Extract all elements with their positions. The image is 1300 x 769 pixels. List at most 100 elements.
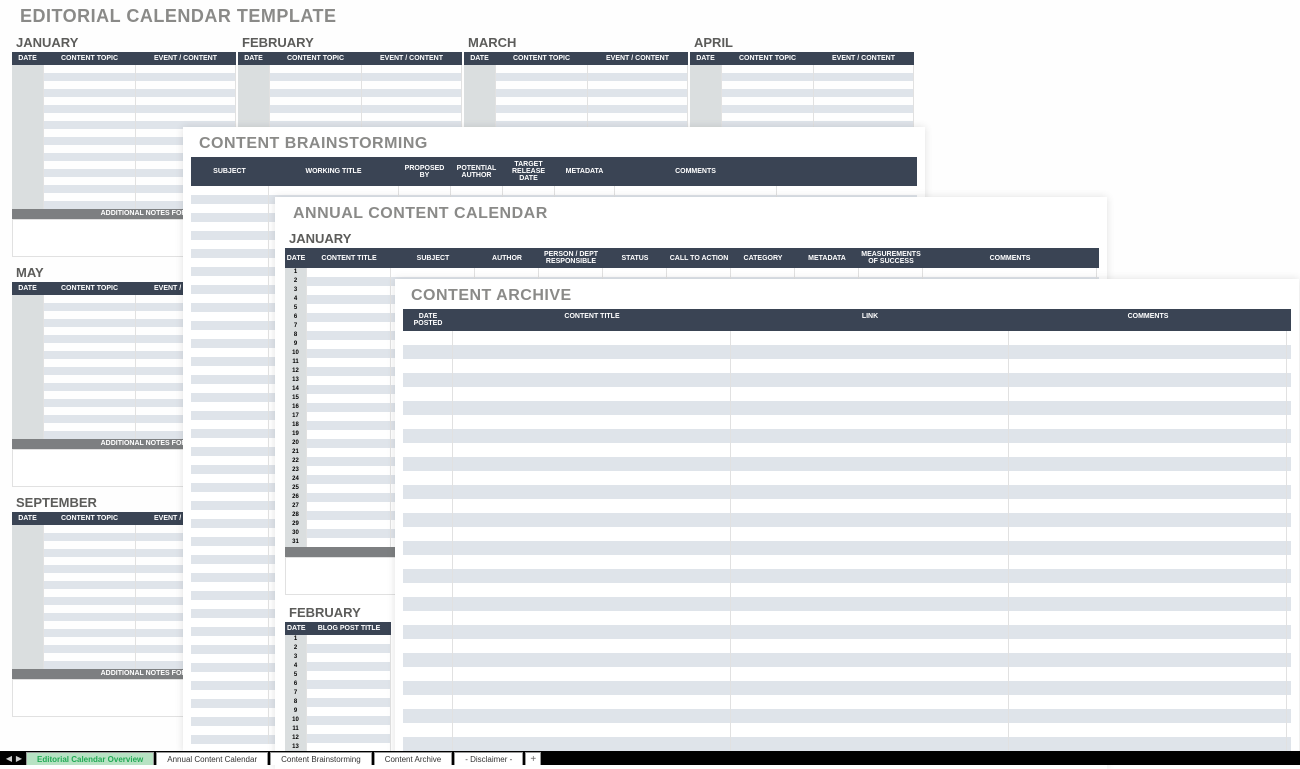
table-row[interactable] (690, 97, 914, 105)
sheet-tab[interactable]: Content Archive (374, 752, 452, 765)
table-row[interactable] (403, 695, 1291, 709)
table-row[interactable] (403, 583, 1291, 597)
col-blog-post-title: BLOG POST TITLE (307, 622, 391, 635)
table-row[interactable] (403, 471, 1291, 485)
table-row[interactable] (690, 105, 914, 113)
day-number: 7 (285, 322, 307, 331)
sheet-tab[interactable]: Annual Content Calendar (156, 752, 268, 765)
table-row[interactable] (238, 97, 462, 105)
sheet-tab[interactable]: - Disclaimer - (454, 752, 523, 765)
table-row[interactable] (191, 186, 917, 195)
table-row[interactable] (403, 485, 1291, 499)
table-row[interactable] (464, 89, 688, 97)
table-row[interactable] (403, 499, 1291, 513)
table-row[interactable]: 6 (285, 680, 391, 689)
table-row[interactable] (403, 709, 1291, 723)
col-content-topic: CONTENT TOPIC (44, 512, 136, 525)
table-row[interactable] (403, 373, 1291, 387)
table-row[interactable] (403, 401, 1291, 415)
table-row[interactable] (238, 89, 462, 97)
table-row[interactable]: 4 (285, 662, 391, 671)
table-row[interactable] (403, 737, 1291, 751)
col-metadata: METADATA (555, 157, 615, 186)
table-row[interactable] (12, 105, 236, 113)
table-row[interactable] (238, 73, 462, 81)
table-row[interactable] (238, 65, 462, 73)
table-row[interactable] (403, 611, 1291, 625)
table-row[interactable]: 5 (285, 671, 391, 680)
table-row[interactable] (12, 89, 236, 97)
table-row[interactable] (403, 513, 1291, 527)
table-row[interactable]: 1 (285, 635, 391, 644)
day-number: 31 (285, 538, 307, 547)
table-row[interactable] (403, 527, 1291, 541)
day-number: 8 (285, 698, 307, 707)
table-row[interactable] (403, 681, 1291, 695)
table-row[interactable] (403, 429, 1291, 443)
day-number: 5 (285, 671, 307, 680)
panel-title-brainstorming: CONTENT BRAINSTORMING (191, 131, 917, 157)
table-row[interactable] (464, 97, 688, 105)
table-row[interactable] (403, 569, 1291, 583)
table-row[interactable] (12, 97, 236, 105)
day-number: 14 (285, 385, 307, 394)
table-row[interactable] (403, 653, 1291, 667)
table-row[interactable] (464, 73, 688, 81)
day-number: 20 (285, 439, 307, 448)
table-row[interactable] (403, 597, 1291, 611)
table-row[interactable] (690, 89, 914, 97)
day-number: 3 (285, 286, 307, 295)
table-row[interactable]: 11 (285, 725, 391, 734)
col-comments: COMMENTS (615, 157, 777, 186)
table-row[interactable] (12, 113, 236, 121)
table-row[interactable] (690, 113, 914, 121)
table-row[interactable] (690, 65, 914, 73)
table-row[interactable] (12, 65, 236, 73)
table-row[interactable] (238, 105, 462, 113)
table-row[interactable]: 3 (285, 653, 391, 662)
table-row[interactable]: 7 (285, 689, 391, 698)
table-row[interactable] (690, 73, 914, 81)
table-row[interactable] (403, 457, 1291, 471)
table-row[interactable] (403, 667, 1291, 681)
annual-feb-header: DATE BLOG POST TITLE (285, 622, 391, 635)
table-row[interactable] (464, 81, 688, 89)
table-row[interactable] (403, 639, 1291, 653)
table-row[interactable]: 10 (285, 716, 391, 725)
add-sheet-button[interactable]: + (525, 752, 541, 765)
month-january: JANUARY (285, 227, 1099, 248)
table-row[interactable] (403, 345, 1291, 359)
table-row[interactable] (238, 113, 462, 121)
table-row[interactable] (12, 81, 236, 89)
table-row[interactable]: 2 (285, 644, 391, 653)
table-row[interactable] (403, 359, 1291, 373)
table-row[interactable] (464, 65, 688, 73)
col-content-title: CONTENT TITLE (307, 248, 391, 268)
day-number: 2 (285, 644, 307, 653)
tab-nav-left-icon[interactable]: ◀ (4, 751, 14, 765)
sheet-tab[interactable]: Content Brainstorming (270, 752, 372, 765)
sheet-tab[interactable]: Editorial Calendar Overview (26, 752, 154, 765)
col-event-content: EVENT / CONTENT (362, 52, 462, 65)
table-row[interactable] (690, 81, 914, 89)
table-row[interactable] (403, 723, 1291, 737)
table-row[interactable]: 8 (285, 698, 391, 707)
tab-nav-right-icon[interactable]: ▶ (14, 751, 24, 765)
table-row[interactable] (12, 73, 236, 81)
day-number: 23 (285, 466, 307, 475)
table-row[interactable] (403, 555, 1291, 569)
table-row[interactable] (403, 625, 1291, 639)
table-row[interactable] (403, 443, 1291, 457)
day-number: 11 (285, 725, 307, 734)
table-row[interactable] (403, 415, 1291, 429)
table-row[interactable]: 12 (285, 734, 391, 743)
table-row[interactable] (403, 541, 1291, 555)
table-row[interactable] (464, 105, 688, 113)
table-row[interactable] (403, 387, 1291, 401)
table-row[interactable]: 1 (285, 268, 1099, 277)
table-row[interactable] (464, 113, 688, 121)
table-row[interactable] (238, 81, 462, 89)
panel-title-annual: ANNUAL CONTENT CALENDAR (285, 201, 1099, 227)
table-row[interactable] (403, 331, 1291, 345)
table-row[interactable]: 9 (285, 707, 391, 716)
